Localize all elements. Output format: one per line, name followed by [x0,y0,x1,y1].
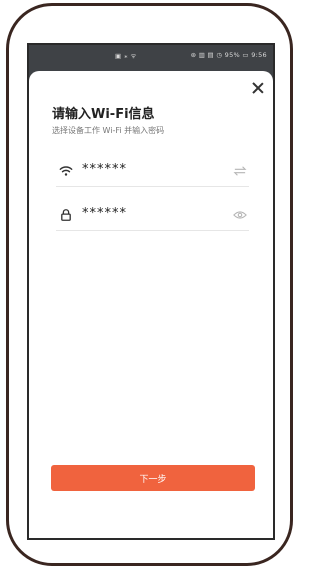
wifi-dialog: 请输入Wi-Fi信息 选择设备工作 Wi-Fi 并输入密码 ****** ***… [29,71,273,538]
dialog-subtitle: 选择设备工作 Wi-Fi 并输入密码 [52,126,165,135]
wifi-icon [59,166,73,176]
status-left-icons: ▣ ⁎ ᯤ [115,52,137,60]
phone-screen: ▣ ⁎ ᯤ ⊛ ▥ ▤ ◷ 95% ▭ 9:56 ·· · 请输入Wi-Fi信息… [27,43,275,540]
wifi-name-field[interactable]: ****** [56,156,249,187]
next-button[interactable]: 下一步 [51,465,255,491]
status-right-info: ⊛ ▥ ▤ ◷ 95% ▭ 9:56 [190,51,267,59]
password-value: ****** [82,206,127,221]
close-icon[interactable] [251,81,265,95]
wifi-name-value: ****** [82,162,127,177]
password-field[interactable]: ****** [56,200,249,231]
dialog-title: 请输入Wi-Fi信息 [52,107,155,122]
status-bar: ▣ ⁎ ᯤ ⊛ ▥ ▤ ◷ 95% ▭ 9:56 [29,45,273,67]
swap-icon[interactable] [233,165,247,177]
eye-icon[interactable] [233,209,247,221]
lock-icon [61,209,71,221]
